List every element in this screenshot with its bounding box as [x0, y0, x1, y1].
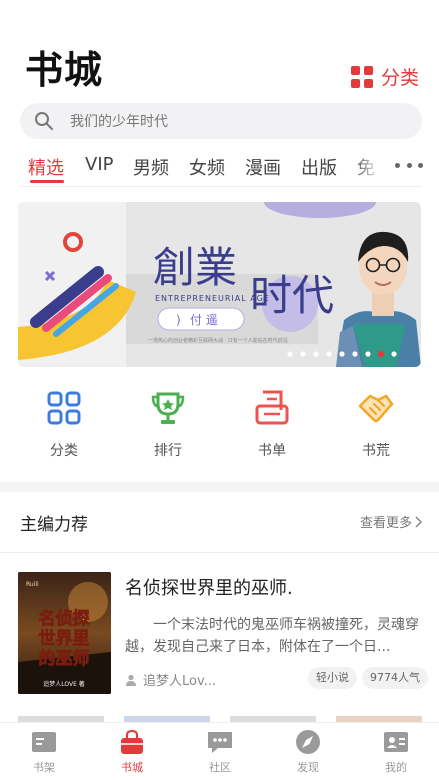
active-tab-indicator — [30, 180, 64, 183]
banner-artwork: 創業 时代 ENTREPRENEURIAL AGE ) 付 遥 一场热心的创业者… — [18, 202, 421, 367]
trophy-icon — [151, 392, 185, 424]
book-title: 名侦探世界里的巫师. — [125, 578, 293, 599]
carousel-dots — [287, 350, 397, 358]
bookstore-bag-icon — [121, 729, 143, 754]
promo-banner[interactable]: 創業 时代 ENTREPRENEURIAL AGE ) 付 遥 一场热心的创业者… — [18, 202, 421, 367]
svg-text:Ruili: Ruili — [26, 581, 39, 588]
category-grid-icon — [47, 391, 81, 425]
quick-action-booklist[interactable]: 书单 — [232, 388, 312, 460]
search-placeholder: 我们的少年时代 — [70, 114, 168, 130]
carousel-dot[interactable] — [287, 351, 293, 357]
genre-tag: 轻小说 — [308, 667, 357, 689]
carousel-dot[interactable] — [300, 351, 306, 357]
divider — [20, 186, 422, 187]
bookshelf-icon — [32, 732, 56, 752]
tabs-fade-overlay — [352, 150, 388, 184]
nav-community[interactable]: 社区 — [190, 729, 250, 775]
quick-actions: 分类 排行 书单 书荒 — [0, 388, 439, 468]
banner-tagline: 一场热心的创业者精彩互联网大战 · 只有一个人能站在时代前沿 — [148, 337, 288, 344]
view-more-link[interactable]: 查看更多 — [360, 512, 423, 531]
quick-action-ranking[interactable]: 排行 — [128, 388, 208, 460]
quick-action-label: 排行 — [154, 443, 182, 459]
carousel-dot[interactable] — [313, 351, 319, 357]
compass-icon — [296, 730, 320, 754]
divider — [0, 552, 439, 553]
quick-action-label: 书荒 — [362, 443, 390, 459]
category-button-label: 分类 — [380, 67, 419, 89]
cover-author: 追梦人LOVE 著 — [43, 680, 85, 688]
tab-featured[interactable]: 精选 — [28, 154, 64, 180]
nav-discover[interactable]: 发现 — [278, 729, 338, 775]
book-description: 一个末法时代的鬼巫师车祸被撞死，灵魂穿越，发现自己来了日本，附体在了一个日... — [125, 617, 419, 655]
carousel-dot[interactable] — [326, 351, 332, 357]
category-grid-icon — [350, 65, 373, 88]
tab-female[interactable]: 女频 — [189, 154, 225, 180]
community-chat-icon — [208, 732, 232, 753]
nav-profile[interactable]: 我的 — [366, 729, 426, 775]
tab-male[interactable]: 男频 — [133, 154, 169, 180]
book-cover-art: Ruili 名侦探世界里的巫师 追梦人LOVE 著 — [18, 572, 111, 694]
carousel-dot[interactable] — [352, 351, 358, 357]
book-author-name: 追梦人Lov... — [143, 674, 217, 689]
book-author: 追梦人Lov... — [125, 670, 216, 689]
user-icon — [126, 674, 136, 686]
view-more-label: 查看更多 — [359, 516, 412, 531]
bottom-navigation: 书架 书城 社区 发现 我的 — [0, 722, 439, 780]
bookstore-screen: 书城 分类 我们的少年时代 精选 VIP 男频 女频 漫画 出版 免 — [0, 0, 439, 780]
tab-vip[interactable]: VIP — [85, 154, 113, 175]
nav-label: 发现 — [297, 761, 319, 774]
profile-card-icon — [384, 732, 408, 752]
more-tabs-icon[interactable] — [392, 151, 426, 179]
nav-bookshelf[interactable]: 书架 — [14, 729, 74, 775]
nav-label: 社区 — [209, 761, 231, 774]
banner-subtitle: ENTREPRENEURIAL AGE — [155, 294, 270, 303]
banner-headline-1: 創業 — [153, 243, 237, 292]
book-card[interactable]: Ruili 名侦探世界里的巫师 追梦人LOVE 著 名侦探世界里的巫师. 一个末… — [0, 560, 439, 708]
nav-label: 书架 — [33, 761, 55, 774]
tab-comics[interactable]: 漫画 — [245, 154, 281, 180]
page-title: 书城 — [25, 48, 104, 92]
nav-label: 书城 — [121, 761, 143, 774]
handshake-icon — [358, 394, 394, 423]
cover-title: 名侦探世界里的巫师 — [39, 608, 90, 669]
book-cover: Ruili 名侦探世界里的巫师 追梦人LOVE 著 — [18, 572, 111, 694]
booklist-icon — [255, 390, 289, 425]
nav-label: 我的 — [385, 761, 407, 774]
quick-action-shortage[interactable]: 书荒 — [336, 388, 416, 460]
carousel-dot[interactable] — [365, 351, 371, 357]
popularity-tag: 9774人气 — [362, 667, 428, 689]
chevron-right-icon — [415, 515, 423, 528]
category-button[interactable]: 分类 — [350, 63, 419, 90]
search-bar[interactable]: 我们的少年时代 — [20, 103, 422, 139]
section-separator — [0, 482, 439, 492]
search-icon — [35, 112, 53, 130]
nav-bookstore[interactable]: 书城 — [102, 729, 162, 775]
tab-publishing[interactable]: 出版 — [301, 154, 337, 180]
header: 书城 分类 — [0, 0, 439, 100]
quick-action-label: 书单 — [258, 443, 286, 459]
svg-text:): ) — [176, 313, 181, 327]
quick-action-label: 分类 — [50, 443, 78, 459]
banner-author-button: 付 遥 — [190, 313, 218, 327]
quick-action-category[interactable]: 分类 — [24, 388, 104, 460]
carousel-dot[interactable] — [377, 350, 385, 358]
carousel-dot[interactable] — [339, 351, 345, 357]
section-title: 主编力荐 — [20, 515, 88, 535]
carousel-dot[interactable] — [391, 351, 397, 357]
